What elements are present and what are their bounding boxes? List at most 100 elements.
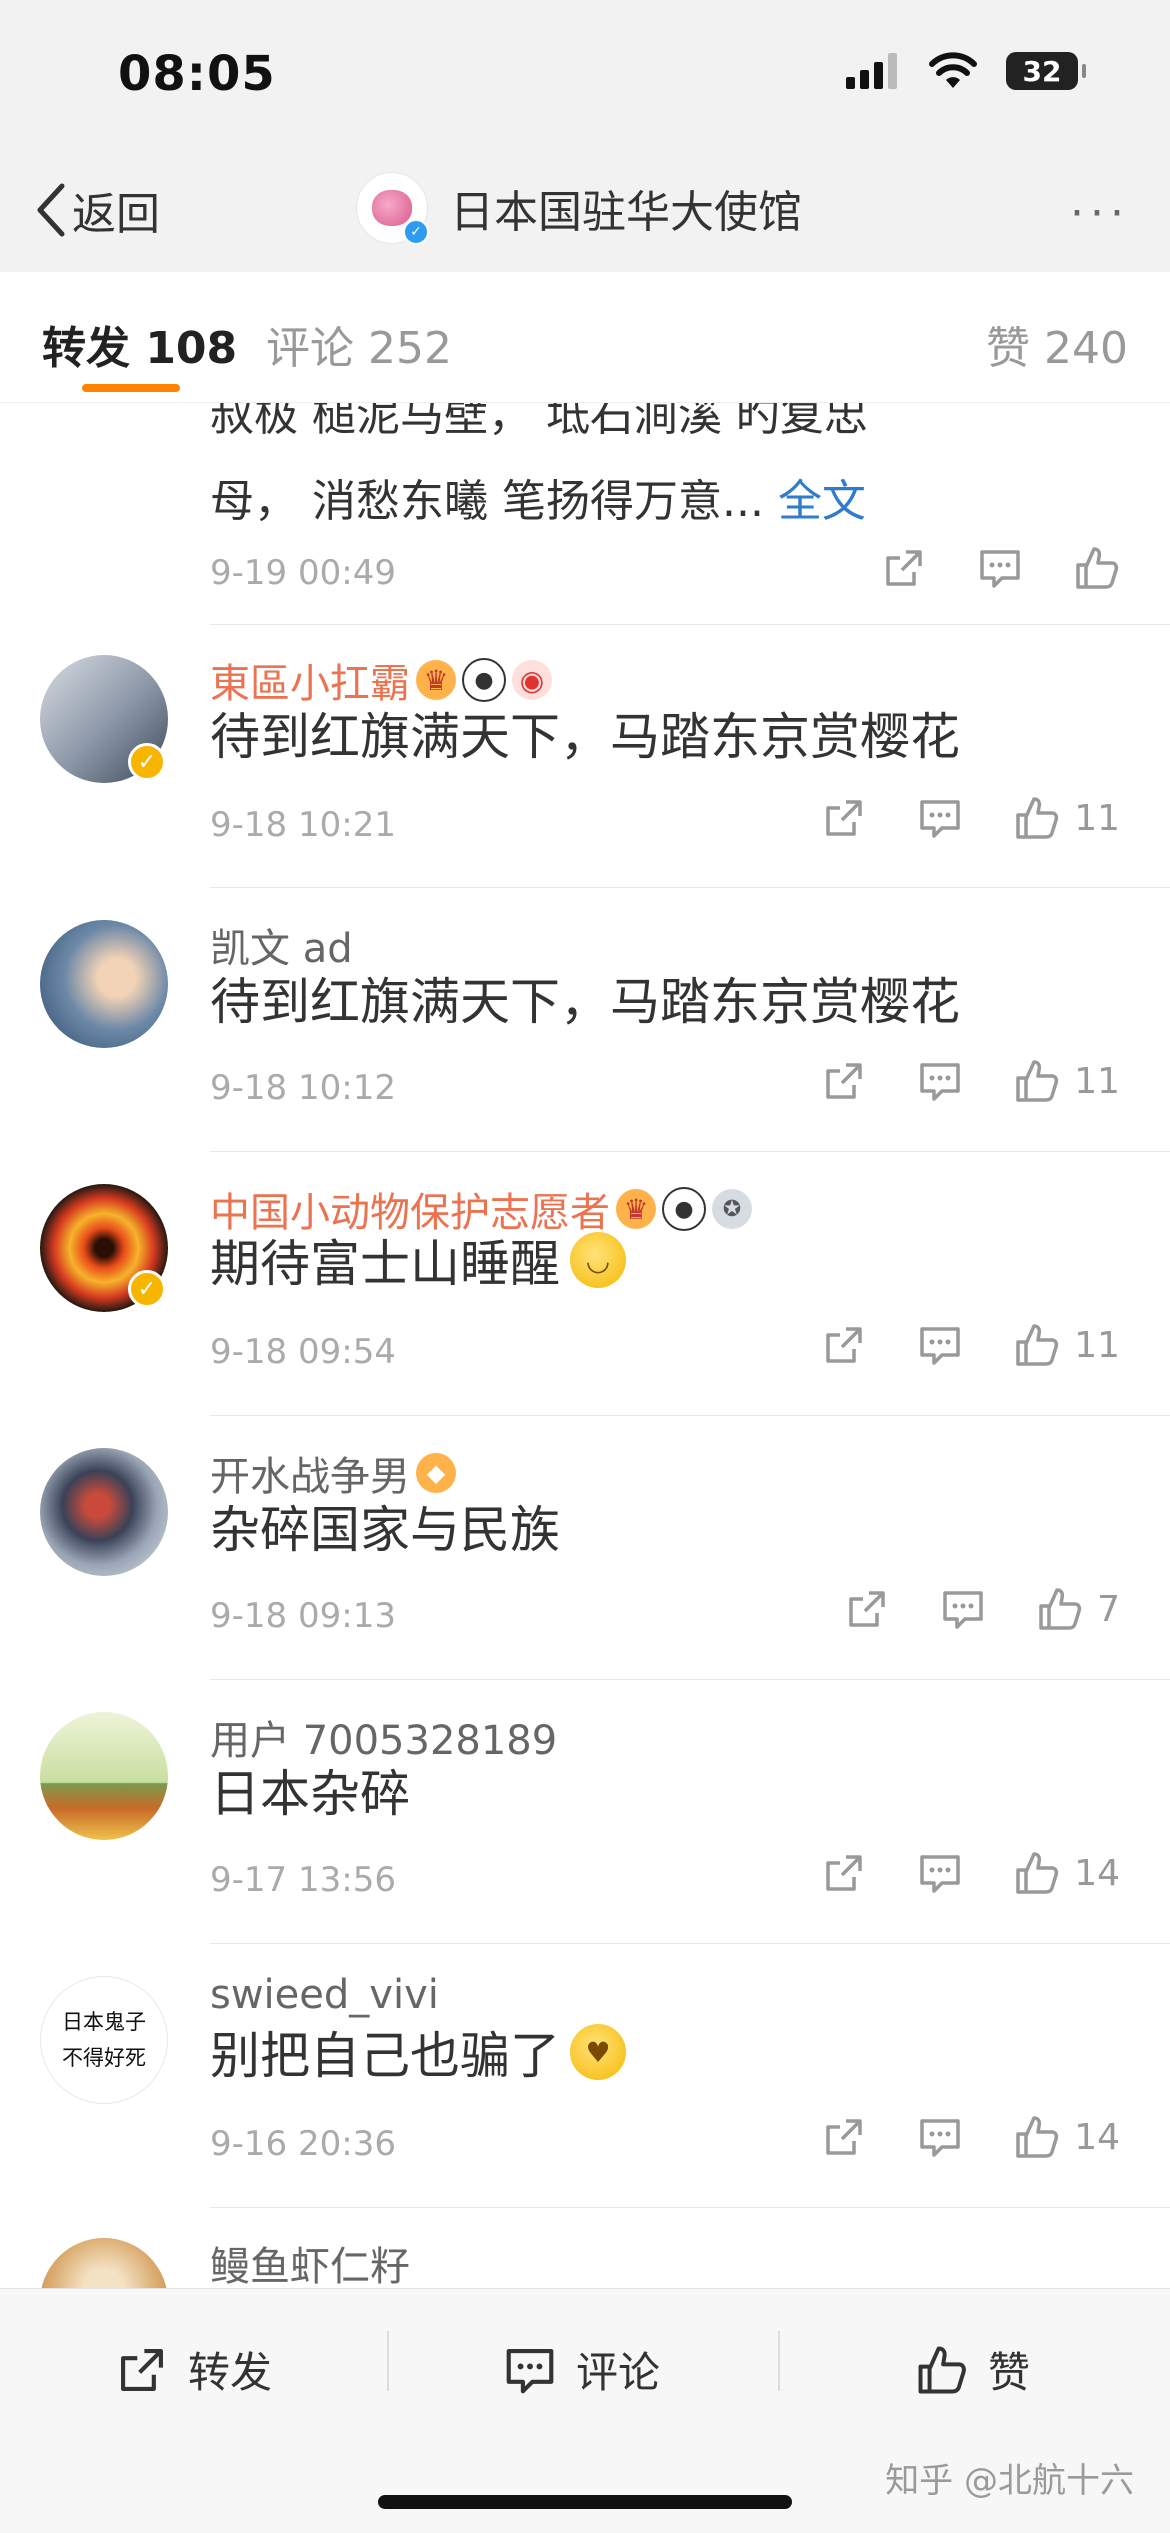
comment-item[interactable]: 日本鬼子 不得好死 swieed_vivi 别把自己也骗了 ♥ 9-16 20:… <box>0 1944 1170 2208</box>
comment-icon <box>920 1063 960 1101</box>
comment-date: 9-18 10:12 <box>210 1068 396 1108</box>
like-action[interactable] <box>1074 545 1120 591</box>
verified-icon: ✓ <box>403 219 429 245</box>
share-action[interactable] <box>822 796 866 840</box>
comment-action[interactable] <box>918 1851 962 1895</box>
partial-line-1: 叔极 槌泥马壁， 坻石涧溪 旳复忠 <box>210 403 868 441</box>
share-icon <box>826 1063 862 1099</box>
like-action[interactable]: 7 <box>1037 1586 1120 1632</box>
comment-text: 待到红旗满天下，马踏东京赏樱花 <box>210 973 960 1031</box>
comment-action[interactable] <box>941 1587 985 1631</box>
bottom-action-bar: 转发 评论 赞 知乎 @北航十六 <box>0 2288 1170 2533</box>
like-count: 11 <box>1074 1060 1120 1102</box>
comment-action[interactable] <box>978 546 1022 590</box>
like-action[interactable]: 11 <box>1014 1322 1120 1368</box>
like-action[interactable]: 14 <box>1014 2114 1120 2160</box>
share-action[interactable] <box>822 1851 866 1895</box>
comment-action[interactable] <box>918 1323 962 1367</box>
share-action[interactable] <box>845 1587 889 1631</box>
comment-actions: 11 <box>822 1058 1120 1104</box>
account-header[interactable]: ✓ 日本国驻华大使馆 <box>356 172 802 245</box>
tab-like[interactable]: 赞 240 <box>986 312 1128 376</box>
share-action[interactable] <box>822 2115 866 2159</box>
share-action[interactable] <box>822 1323 866 1367</box>
chevron-left-icon <box>37 183 65 237</box>
user-avatar[interactable] <box>40 1712 168 1840</box>
like-count: 14 <box>1074 2116 1120 2158</box>
panda-icon: ● <box>462 658 506 702</box>
comment-actions <box>882 545 1120 591</box>
battery-icon: 32 <box>1006 52 1086 90</box>
comment-item[interactable]: 用户 7005328189 日本杂碎 9-17 13:56 14 <box>0 1680 1170 1944</box>
tab-comment[interactable]: 评论 252 <box>266 312 452 376</box>
tab-bar: 转发 108 评论 252 赞 240 <box>0 272 1170 403</box>
back-label: 返回 <box>72 189 160 240</box>
user-name[interactable]: 鳗鱼虾仁籽 <box>210 2234 410 2288</box>
home-indicator[interactable] <box>378 2495 792 2509</box>
nav-bar: 返回 ✓ 日本国驻华大使馆 ··· <box>0 150 1170 273</box>
account-avatar[interactable]: ✓ <box>356 172 429 245</box>
repost-list[interactable]: 叔极 槌泥马壁， 坻石涧溪 旳复忠 母， 消愁东曦 笔扬得万意... 全文 9-… <box>0 403 1170 2288</box>
comment-icon <box>506 2348 554 2393</box>
active-tab-indicator <box>82 384 180 392</box>
like-count: 11 <box>1074 1324 1120 1366</box>
status-bar: 08:05 32 <box>0 0 1170 150</box>
cellular-signal-icon <box>846 53 897 89</box>
user-avatar[interactable] <box>40 920 168 1048</box>
share-icon <box>121 2348 163 2391</box>
cherry-blossom-logo-icon <box>372 190 412 226</box>
divider <box>387 2331 389 2391</box>
partial-line-2: 母， 消愁东曦 笔扬得万意... 全文 <box>210 476 866 527</box>
more-button[interactable]: ··· <box>1070 188 1130 239</box>
comment-action[interactable] <box>918 2115 962 2159</box>
user-name[interactable]: swieed_vivi <box>210 1972 439 2018</box>
like-action[interactable]: 14 <box>1014 1850 1120 1896</box>
partial-comment-text: 叔极 槌泥马壁， 坻石涧溪 旳复忠 母， 消愁东曦 笔扬得万意... 全文 <box>210 403 1110 545</box>
repost-label: 转发 <box>188 2348 273 2397</box>
like-count: 7 <box>1097 1588 1120 1630</box>
user-avatar[interactable] <box>40 1448 168 1576</box>
comment-item[interactable]: 鳗鱼虾仁籽 <box>0 2208 1170 2288</box>
comment-date: 9-17 13:56 <box>210 1860 396 1900</box>
comment-text: 别把自己也骗了 ♥ <box>210 2016 626 2088</box>
thumbs-up-icon <box>1016 2116 1059 2158</box>
comment-button[interactable]: 评论 <box>504 2339 660 2400</box>
comment-actions: 11 <box>822 1322 1120 1368</box>
comment-label: 评论 <box>576 2348 661 2397</box>
share-action[interactable] <box>822 1059 866 1103</box>
comment-item[interactable]: ✓ 中国小动物保护志愿者 ♛ ● ✪ 期待富士山睡醒 ◡ 9-18 09:54 … <box>0 1152 1170 1416</box>
share-icon <box>886 550 922 586</box>
comment-actions: 7 <box>845 1586 1120 1632</box>
user-avatar[interactable]: 日本鬼子 不得好死 <box>40 1976 168 2104</box>
share-icon <box>849 1591 885 1627</box>
comment-action[interactable] <box>918 796 962 840</box>
share-icon <box>826 2119 862 2155</box>
share-action[interactable] <box>882 546 926 590</box>
smile-emoji-icon: ◡ <box>570 1232 626 1288</box>
comment-item[interactable]: 开水战争男 ◆ 杂碎国家与民族 9-18 09:13 7 <box>0 1416 1170 1680</box>
like-action[interactable]: 11 <box>1014 795 1120 841</box>
tab-repost[interactable]: 转发 108 <box>42 312 237 376</box>
like-action[interactable]: 11 <box>1014 1058 1120 1104</box>
comment-item[interactable]: 凯文 ad 待到红旗满天下，马踏东京赏樱花 9-18 10:12 11 <box>0 888 1170 1152</box>
comment-action[interactable] <box>918 1059 962 1103</box>
status-time: 08:05 <box>118 46 276 102</box>
back-button[interactable]: 返回 <box>34 178 160 242</box>
verified-badge-icon: ✓ <box>128 743 166 781</box>
comment-item[interactable]: ✓ 東區小扛霸 ♛ ● ◉ 待到红旗满天下，马踏东京赏樱花 9-18 10:21… <box>0 625 1170 888</box>
wifi-icon <box>929 52 977 88</box>
comment-icon <box>920 800 960 838</box>
repost-button[interactable]: 转发 <box>116 2339 272 2400</box>
panda-icon: ● <box>662 1187 706 1231</box>
comment-date: 9-18 09:13 <box>210 1596 396 1636</box>
full-text-link[interactable]: 全文 <box>778 476 866 527</box>
like-button[interactable]: 赞 <box>916 2339 1030 2400</box>
comment-icon <box>943 1591 983 1629</box>
share-icon <box>826 1855 862 1891</box>
comment-actions: 11 <box>822 795 1120 841</box>
comment-text: 杂碎国家与民族 <box>210 1501 560 1559</box>
like-count: 11 <box>1074 797 1120 839</box>
thumbs-up-icon <box>1016 1852 1059 1894</box>
like-label: 赞 <box>988 2348 1031 2397</box>
user-avatar[interactable] <box>40 2238 168 2288</box>
